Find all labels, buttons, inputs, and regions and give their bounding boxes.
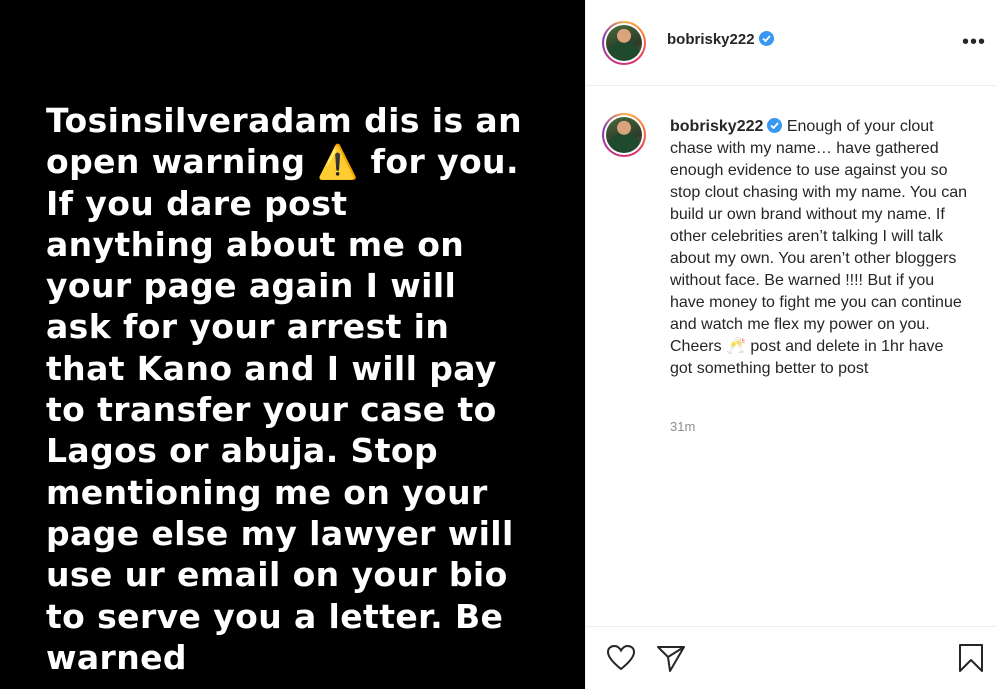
post-media: Tosinsilveradam dis is an open warning ⚠… (0, 0, 585, 689)
header-username[interactable]: bobrisky222 (667, 31, 774, 48)
bookmark-icon[interactable] (958, 643, 984, 673)
heart-icon[interactable] (606, 644, 636, 672)
caption-username[interactable]: bobrisky222 (670, 118, 763, 135)
more-icon[interactable]: ••• (962, 32, 986, 52)
action-bar (586, 626, 997, 689)
verified-icon (758, 31, 774, 46)
caption-text: Enough of your clout chase with my name…… (670, 118, 968, 377)
post-timestamp[interactable]: 31m (670, 419, 695, 434)
verified-icon (767, 118, 783, 133)
caption-avatar[interactable] (602, 113, 646, 157)
story-text: Tosinsilveradam dis is an open warning ⚠… (46, 101, 522, 677)
caption: bobrisky222 Enough of your clout chase w… (670, 116, 970, 380)
avatar[interactable] (602, 21, 646, 65)
share-icon[interactable] (656, 643, 686, 673)
post-side-panel: bobrisky222 ••• bobrisky222 Enough of yo… (585, 0, 997, 689)
post-header: bobrisky222 ••• (586, 0, 997, 86)
